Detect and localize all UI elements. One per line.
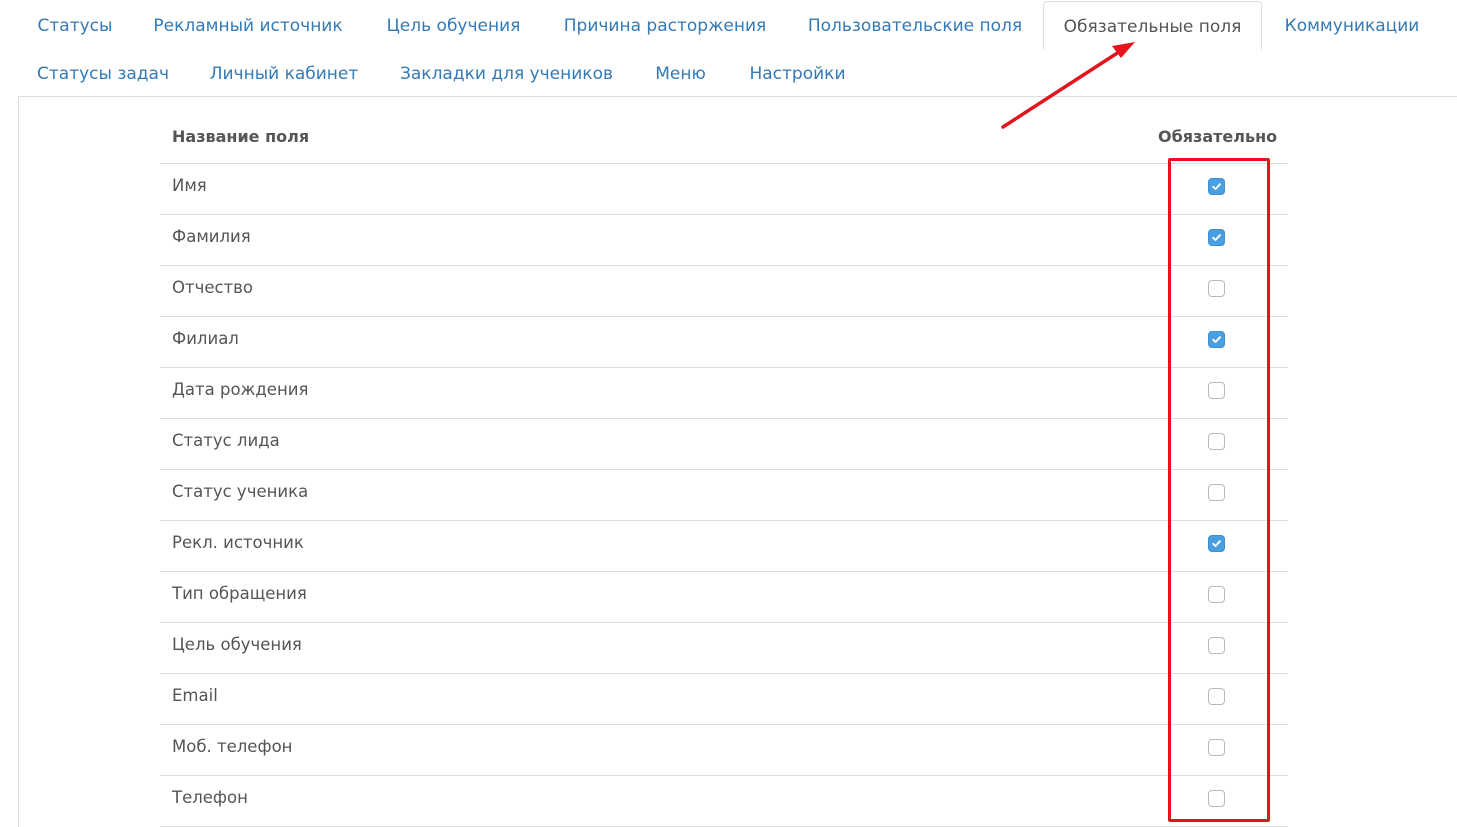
required-checkbox[interactable]: [1208, 433, 1225, 450]
required-fields-table: Название поля Обязательно Имя Фамилия Отче…: [160, 113, 1288, 827]
table-row: Тип обращения: [160, 572, 1288, 623]
required-checkbox[interactable]: [1208, 637, 1225, 654]
tab-ad-source[interactable]: Рекламный источник: [133, 1, 363, 49]
required-checkbox[interactable]: [1208, 178, 1225, 195]
field-name-label: Имя: [172, 176, 207, 195]
required-checkbox[interactable]: [1208, 382, 1225, 399]
required-checkbox[interactable]: [1208, 484, 1225, 501]
field-name-label: Телефон: [172, 788, 248, 807]
field-name-label: Email: [172, 686, 218, 705]
checkmark-icon: [1212, 234, 1221, 241]
required-checkbox[interactable]: [1208, 280, 1225, 297]
table-row: Телефон: [160, 776, 1288, 827]
checkmark-icon: [1212, 183, 1221, 190]
field-name-label: Дата рождения: [172, 380, 309, 399]
table-row: Статус ученика: [160, 470, 1288, 521]
header-required: Обязательно: [1158, 127, 1278, 146]
field-name-label: Филиал: [172, 329, 239, 348]
field-name-label: Рекл. источник: [172, 533, 304, 552]
header-field-name: Название поля: [172, 127, 310, 146]
required-checkbox[interactable]: [1208, 535, 1225, 552]
table-row: Дата рождения: [160, 368, 1288, 419]
checkmark-icon: [1212, 336, 1221, 343]
field-name-label: Моб. телефон: [172, 737, 293, 756]
field-name-label: Фамилия: [172, 227, 251, 246]
table-row: Моб. телефон: [160, 725, 1288, 776]
tab-required-fields[interactable]: Обязательные поля: [1043, 1, 1262, 50]
tab-task-statuses[interactable]: Статусы задач: [20, 49, 186, 97]
field-name-label: Тип обращения: [172, 584, 307, 603]
required-checkbox[interactable]: [1208, 586, 1225, 603]
tab-personal-cabinet[interactable]: Личный кабинет: [189, 49, 379, 97]
tab-student-bookmarks[interactable]: Закладки для учеников: [382, 49, 631, 97]
field-name-label: Отчество: [172, 278, 254, 297]
required-checkbox[interactable]: [1208, 790, 1225, 807]
required-checkbox[interactable]: [1208, 331, 1225, 348]
tab-statuses[interactable]: Статусы: [20, 1, 130, 49]
tab-menu[interactable]: Меню: [634, 49, 727, 97]
tab-communications[interactable]: Коммуникации: [1264, 1, 1440, 49]
table-row: Рекл. источник: [160, 521, 1288, 572]
table-row: Фамилия: [160, 215, 1288, 266]
table-body: Имя Фамилия Отчество Филиал Дата рождения Ста…: [160, 164, 1288, 827]
tab-settings[interactable]: Настройки: [730, 49, 865, 97]
table-row: Статус лида: [160, 419, 1288, 470]
checkmark-icon: [1212, 540, 1221, 547]
field-name-label: Статус лида: [172, 431, 280, 450]
table-row: Филиал: [160, 317, 1288, 368]
required-checkbox[interactable]: [1208, 229, 1225, 246]
table-header: Название поля Обязательно: [160, 113, 1288, 164]
field-name-label: Статус ученика: [172, 482, 309, 501]
table-row: Имя: [160, 164, 1288, 215]
tab-termination-reason[interactable]: Причина расторжения: [544, 1, 786, 49]
tab-custom-fields[interactable]: Пользовательские поля: [789, 1, 1041, 49]
required-checkbox[interactable]: [1208, 688, 1225, 705]
table-row: Цель обучения: [160, 623, 1288, 674]
table-row: Email: [160, 674, 1288, 725]
field-name-label: Цель обучения: [172, 635, 302, 654]
tab-learning-goal[interactable]: Цель обучения: [367, 1, 540, 49]
required-checkbox[interactable]: [1208, 739, 1225, 756]
table-row: Отчество: [160, 266, 1288, 317]
